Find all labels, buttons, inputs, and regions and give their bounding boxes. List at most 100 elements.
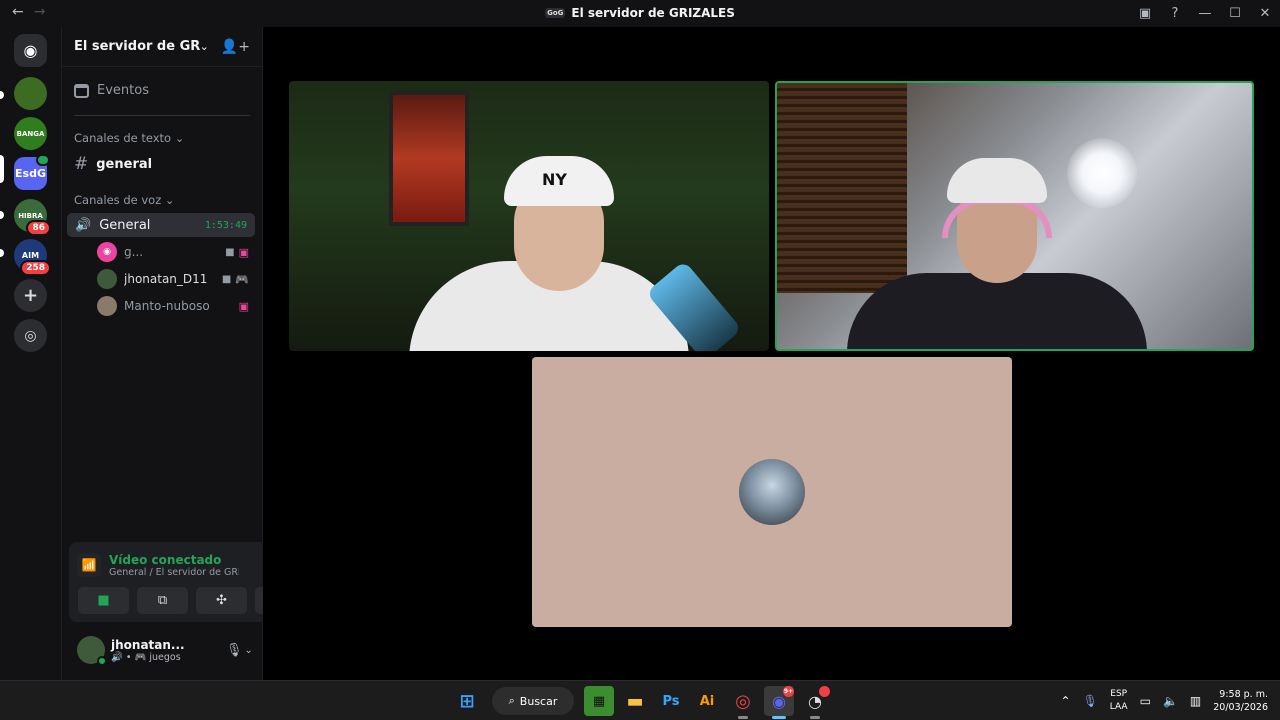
microphone-icon[interactable]: 🎙 <box>1083 694 1098 708</box>
server-header[interactable]: El servidor de GRIZA... ⌄ 👤+ <box>62 27 262 67</box>
audio-only-tile[interactable] <box>532 357 1012 627</box>
plus-icon: + <box>22 285 39 306</box>
server-icon-1[interactable] <box>14 77 47 110</box>
help-icon[interactable]: ? <box>1160 6 1190 21</box>
activity-icon: ▣ <box>238 245 249 259</box>
camera-button[interactable]: ■ <box>78 587 129 614</box>
server-icon-2[interactable]: BANGA <box>14 117 47 150</box>
file-explorer-icon[interactable]: ▬ <box>620 686 650 716</box>
app-icon[interactable]: ◔ <box>800 686 830 719</box>
title-bar-controls: ▣ ? — ☐ ✕ <box>1130 0 1280 27</box>
voice-member[interactable]: Manto-nuboso ▣ <box>97 295 249 317</box>
server-label: AIM <box>21 251 40 260</box>
windows-start-icon[interactable]: ⊞ <box>452 686 482 716</box>
voice-timer: 1:53:49 <box>204 219 247 231</box>
active-server-pill <box>0 155 4 183</box>
network-icon[interactable]: ▭ <box>1140 694 1151 708</box>
activity-icon: ▣ <box>238 299 249 313</box>
video-tile-streamer-2-speaking[interactable] <box>775 81 1254 351</box>
chevron-down-icon[interactable]: ⌄ <box>244 645 252 656</box>
illustrator-icon[interactable]: Ai <box>692 686 722 716</box>
voice-member[interactable]: ◉ g... ■ ▣ <box>97 241 249 263</box>
video-stage <box>263 27 1280 680</box>
gamepad-icon: 🎮 <box>235 272 249 286</box>
pink-headphones <box>942 198 1052 238</box>
add-server-button[interactable]: + <box>14 279 47 312</box>
member-name: g... <box>124 245 144 259</box>
language-indicator[interactable]: ESP LAA <box>1110 688 1128 714</box>
chevron-up-icon[interactable]: ⌃ <box>1061 694 1071 708</box>
photoshop-icon[interactable]: Ps <box>656 686 686 716</box>
server-icon-4[interactable]: HIBRA 86 <box>14 199 51 236</box>
invite-people-icon[interactable]: 👤+ <box>221 39 250 55</box>
minimize-button[interactable]: — <box>1190 6 1220 21</box>
chevron-down-icon: ⌄ <box>199 40 209 53</box>
share-screen-button[interactable]: ⧉ <box>137 587 188 614</box>
camera-icon: ■ <box>225 246 235 258</box>
voice-location[interactable]: General / El servidor de GRI... <box>109 567 239 578</box>
hash-icon: # <box>74 154 89 174</box>
clock-time: 9:58 p. m. <box>1219 689 1268 700</box>
language-code: ESP <box>1110 689 1128 699</box>
layout-code: LAA <box>1109 702 1128 712</box>
video-tile-streamer-1[interactable] <box>289 81 769 351</box>
running-indicator <box>810 716 820 719</box>
server-icon-5[interactable]: AIM 258 <box>14 239 51 276</box>
voice-member[interactable]: jhonatan_D11 ■ 🎮 <box>97 268 249 290</box>
activities-icon: ✣ <box>216 593 227 608</box>
voice-status-text: Vídeo conectado General / El servidor de… <box>109 553 252 578</box>
participant-body <box>847 273 1147 349</box>
avatar: ◉ <box>97 242 117 262</box>
signal-icon[interactable]: 📶 <box>77 553 101 577</box>
camera-icon: ■ <box>221 273 232 285</box>
battery-icon[interactable]: ▥ <box>1190 694 1201 708</box>
discord-logo-icon: ◉ <box>23 41 38 60</box>
channel-label: general <box>96 156 153 172</box>
participant-cap <box>947 158 1047 203</box>
close-button[interactable]: ✕ <box>1250 6 1280 21</box>
participant-video <box>847 143 1147 349</box>
chevron-down-icon: ⌄ <box>174 131 185 145</box>
running-indicator <box>772 716 786 719</box>
server-icon-active[interactable]: EsdG <box>14 154 50 190</box>
user-activity: juegos <box>149 651 181 663</box>
server-rail: ◉ BANGA EsdG HIBRA 86 AIM 258 + ◎ <box>0 27 61 680</box>
running-indicator <box>738 716 748 719</box>
clock[interactable]: 9:58 p. m. 20/03/2026 <box>1213 688 1268 714</box>
inbox-icon[interactable]: ▣ <box>1130 6 1160 21</box>
ny-cap <box>504 156 614 206</box>
taskbar-apps: ⊞ ⌕ Buscar ▦ ▬ Ps Ai ◎ ◉ 9+ ◔ <box>452 686 830 719</box>
window-title-text: El servidor de GRIZALES <box>571 6 735 20</box>
avatar <box>97 269 117 289</box>
voice-channel-general[interactable]: 🔊 General 1:53:49 <box>67 213 255 237</box>
events-item[interactable]: Eventos <box>74 83 149 98</box>
maximize-button[interactable]: ☐ <box>1220 6 1250 21</box>
notification-badge: 9+ <box>783 686 794 697</box>
avatar <box>97 296 117 316</box>
mention-badge: 86 <box>26 220 51 236</box>
unread-pill <box>0 211 4 219</box>
camera-icon: ■ <box>97 593 110 608</box>
discord-taskbar-icon[interactable]: ◉ 9+ <box>764 686 794 719</box>
voice-status: Vídeo conectado <box>109 552 222 567</box>
user-avatar[interactable] <box>77 636 107 666</box>
channel-general-text[interactable]: # general <box>74 154 152 174</box>
voice-channel-label: General <box>99 217 151 233</box>
server-label: HIBRA <box>18 211 43 220</box>
online-status-dot <box>97 656 107 666</box>
server-label: BANGA <box>16 129 45 138</box>
discover-button[interactable]: ◎ <box>14 319 47 352</box>
category-text-channels[interactable]: Canales de texto ⌄ <box>74 131 184 145</box>
member-name: Manto-nuboso <box>124 299 210 313</box>
participant-video <box>399 151 699 351</box>
discord-home-button[interactable]: ◉ <box>14 34 47 67</box>
volume-icon[interactable]: 🔈 <box>1163 694 1178 708</box>
taskbar-search[interactable]: ⌕ Buscar <box>492 687 574 715</box>
category-voice-channels[interactable]: Canales de voz ⌄ <box>74 193 175 207</box>
microphone-icon[interactable]: 🎙 <box>226 643 243 658</box>
chrome-icon[interactable]: ◎ <box>728 686 758 719</box>
category-label: Canales de texto <box>74 131 172 145</box>
activities-button[interactable]: ✣ <box>196 587 247 614</box>
minecraft-icon[interactable]: ▦ <box>584 686 614 716</box>
user-info[interactable]: jhonatan... 🔊 • 🎮 juegos <box>111 638 217 663</box>
